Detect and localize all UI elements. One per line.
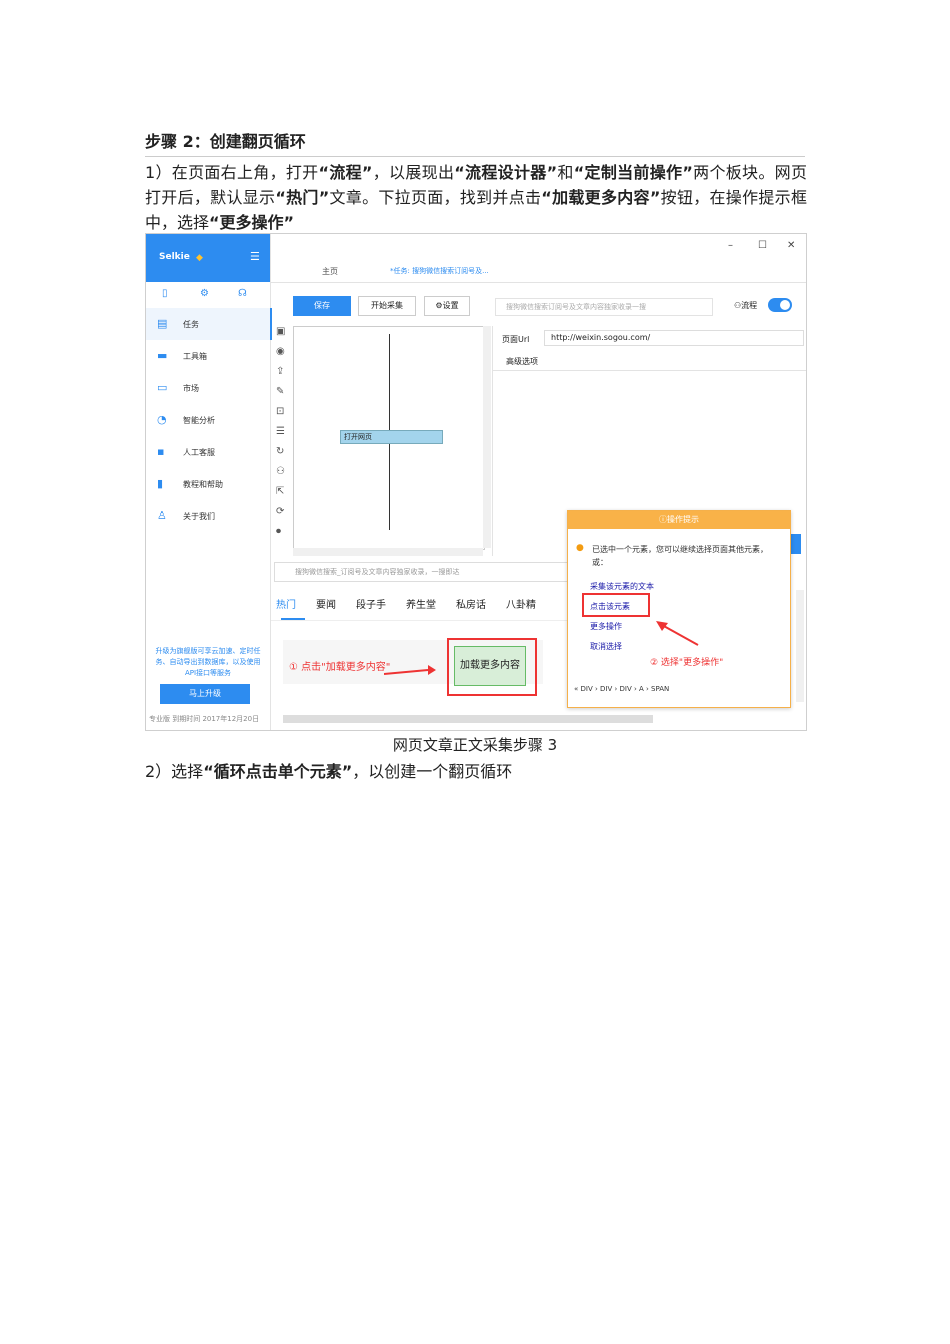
arrow-to-more <box>656 621 699 646</box>
sidebar-item-analytics[interactable]: ◔ 智能分析 <box>146 404 270 436</box>
page-scrollbar[interactable] <box>796 590 804 702</box>
tab-divider <box>271 282 806 283</box>
sidebar-item-support[interactable]: ▪ 人工客服 <box>146 436 270 468</box>
toolbox-icon: ▬ <box>157 349 168 362</box>
tip-message: 已选中一个元素，您可以继续选择页面其他元素，或： <box>592 545 768 567</box>
upgrade-button[interactable]: 马上升级 <box>160 684 250 704</box>
step1-paragraph: 1）在页面右上角，打开“流程”，以展现出“流程设计器”和“定制当前操作”两个板块… <box>145 163 807 232</box>
version-info: 专业版 到期时间 2017年12月20日 <box>149 715 260 723</box>
link-cancel-select[interactable]: 取消选择 <box>590 641 622 652</box>
stop-icon[interactable]: ⏺ <box>276 526 281 537</box>
edit-icon[interactable]: ✎ <box>276 386 284 397</box>
nav-hot[interactable]: 热门 <box>276 600 296 611</box>
support-icon: ▪ <box>157 445 165 458</box>
link-more-actions[interactable]: 更多操作 <box>590 621 622 632</box>
canvas-hscrollbar[interactable] <box>293 548 483 556</box>
sidebar-item-market[interactable]: ▭ 市场 <box>146 372 270 404</box>
element-breadcrumb: « DIV › DIV › DIV › A › SPAN <box>574 685 670 693</box>
click-icon[interactable]: ◉ <box>276 346 285 357</box>
refresh-icon[interactable]: ⟳ <box>276 506 284 517</box>
annotation-click-load: ① 点击"加载更多内容" <box>289 662 391 673</box>
site-nav: 热门 要闻 段子手 养生堂 私房话 八卦精 <box>276 596 556 611</box>
branch-icon[interactable]: ⚇ <box>276 466 285 477</box>
divider <box>145 156 805 157</box>
arrow-to-load <box>384 665 436 675</box>
clipboard-icon[interactable]: ▯ <box>162 288 168 299</box>
headset-icon[interactable]: ☊ <box>238 288 247 299</box>
export-icon[interactable]: ⇪ <box>276 366 284 377</box>
sidebar-icon-row: ▯ ⚙ ☊ <box>146 282 270 309</box>
app-screenshot: Selkie ◆ ☰ ▯ ⚙ ☊ ▤ 任务 ▬ 工具箱 ▭ 市场 ◔ 智能分析 ▪ 人工客… <box>145 233 807 731</box>
step2-paragraph: 2）选择“循环点击单个元素”，以创建一个翻页循环 <box>145 762 513 781</box>
task-icon: ▤ <box>157 317 168 330</box>
settings-button[interactable]: ⚙设置 <box>424 296 470 316</box>
operation-tip-dialog: ⓘ操作提示 ● 已选中一个元素，您可以继续选择页面其他元素，或： 采集该元素的文… <box>567 510 791 708</box>
loop-icon[interactable]: ↻ <box>276 446 284 457</box>
save-button[interactable]: 保存 <box>293 296 351 316</box>
gear-icon[interactable]: ⚙ <box>200 288 209 299</box>
figure-caption: 网页文章正文采集步骤 3 <box>392 736 558 754</box>
section-heading: 步骤 2：创建翻页循环 <box>145 132 306 151</box>
tab-task[interactable]: *任务: 搜狗微信搜索订阅号及... <box>390 266 489 276</box>
user-icon: ♙ <box>157 509 167 522</box>
tip-header: ⓘ操作提示 <box>568 511 790 529</box>
gear-icon: ⚙ <box>435 301 443 310</box>
book-icon: ▮ <box>157 477 164 490</box>
sidebar-item-tasks[interactable]: ▤ 任务 <box>146 308 272 340</box>
nav-divider <box>271 620 569 621</box>
menu-icon[interactable]: ☰ <box>250 250 260 263</box>
sidebar-item-about[interactable]: ♙ 关于我们 <box>146 500 270 532</box>
info-icon: ⓘ <box>659 515 667 524</box>
close-icon[interactable]: ✕ <box>787 240 795 251</box>
tab-home[interactable]: 主页 <box>322 266 338 277</box>
annotation-select-more: ② 选择"更多操作" <box>650 658 724 668</box>
flow-node-open-page[interactable]: 打开网页 <box>340 430 443 444</box>
capture-icon[interactable]: ⊡ <box>276 406 284 417</box>
load-more-button[interactable]: 加载更多内容 <box>454 646 526 686</box>
flow-label: ⚇流程 <box>734 301 758 310</box>
highlight-more-actions <box>582 593 650 617</box>
browser-address: 搜狗微信搜索_订阅号及文章内容独家收录，一搜即达 <box>274 562 596 582</box>
minimize-icon[interactable]: – <box>728 240 733 251</box>
advanced-divider <box>492 370 806 371</box>
market-icon: ▭ <box>157 381 168 394</box>
sidebar-item-help[interactable]: ▮ 教程和帮助 <box>146 468 270 500</box>
nav-gossip[interactable]: 八卦精 <box>506 600 536 611</box>
maximize-icon[interactable]: ☐ <box>758 240 767 251</box>
diamond-icon: ◆ <box>196 253 203 263</box>
brand-name: Selkie <box>159 252 190 262</box>
flow-toggle[interactable] <box>768 298 792 312</box>
url-label: 页面Url <box>502 335 530 344</box>
sidebar: Selkie ◆ ☰ ▯ ⚙ ☊ ▤ 任务 ▬ 工具箱 ▭ 市场 ◔ 智能分析 ▪ 人工客… <box>146 234 272 730</box>
nav-health[interactable]: 养生堂 <box>406 600 436 611</box>
sidebar-header: Selkie ◆ ☰ <box>146 234 270 282</box>
start-collect-button[interactable]: 开始采集 <box>358 296 416 316</box>
cursor-icon[interactable]: ⇱ <box>276 486 284 497</box>
sidebar-item-toolbox[interactable]: ▬ 工具箱 <box>146 340 270 372</box>
bottom-scrollbar[interactable] <box>283 715 653 723</box>
nav-private[interactable]: 私房话 <box>456 600 486 611</box>
flow-toolbar: ▣ ◉ ⇪ ✎ ⊡ ☰ ↻ ⚇ ⇱ ⟳ ⏺ <box>271 324 293 554</box>
upgrade-promo: 升级为旗舰版可享云加速、定时任务、自动导出到数据库，以及使用API接口等服务 <box>155 647 261 677</box>
search-input[interactable]: 搜狗微信搜索订阅号及文章内容独家收录一搜 <box>495 298 713 316</box>
web-icon[interactable]: ▣ <box>276 326 285 337</box>
warning-icon: ● <box>576 543 584 553</box>
url-input[interactable]: http://weixin.sogou.com/ <box>544 330 804 346</box>
link-collect-text[interactable]: 采集该元素的文本 <box>590 581 654 592</box>
nav-news[interactable]: 要闻 <box>316 600 336 611</box>
nav-active-indicator <box>281 618 305 620</box>
pie-chart-icon: ◔ <box>157 413 167 426</box>
canvas-scrollbar[interactable] <box>483 326 491 548</box>
nav-jokes[interactable]: 段子手 <box>356 600 386 611</box>
list-icon[interactable]: ☰ <box>276 426 285 437</box>
confirm-strip[interactable] <box>791 534 801 554</box>
advanced-options[interactable]: 高级选项 <box>506 356 538 367</box>
